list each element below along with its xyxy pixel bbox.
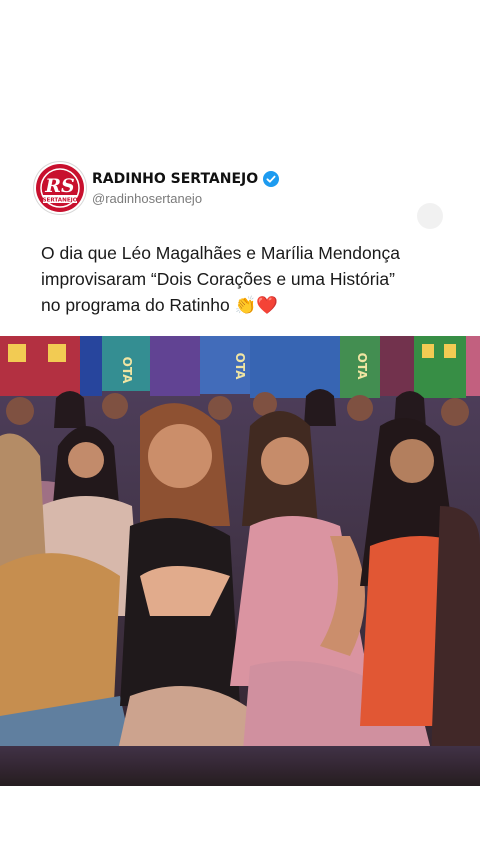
post-media-image[interactable]: OTA OTA OTA (0, 336, 480, 786)
svg-text:RS: RS (44, 175, 75, 197)
post-header: RS SERTANEJO RADINHO SERTANEJO @radinhos… (36, 164, 280, 212)
author-display-name[interactable]: RADINHO SERTANEJO (92, 171, 258, 187)
post-text-line: improvisaram “Dois Corações e uma Histór… (41, 269, 395, 289)
rs-logo-icon: RS SERTANEJO (37, 165, 83, 211)
author-handle[interactable]: @radinhosertanejo (92, 191, 279, 206)
svg-text:SERTANEJO: SERTANEJO (43, 198, 78, 204)
post-text-line: no programa do Ratinho 👏❤️ (41, 295, 279, 315)
more-options-icon[interactable] (417, 203, 443, 229)
avatar[interactable]: RS SERTANEJO (36, 164, 84, 212)
post-text-line: O dia que Léo Magalhães e Marília Mendon… (41, 243, 400, 263)
verified-badge-icon (263, 170, 280, 187)
post-text: O dia que Léo Magalhães e Marília Mendon… (41, 240, 441, 318)
audience-photo: OTA OTA OTA (0, 336, 480, 786)
